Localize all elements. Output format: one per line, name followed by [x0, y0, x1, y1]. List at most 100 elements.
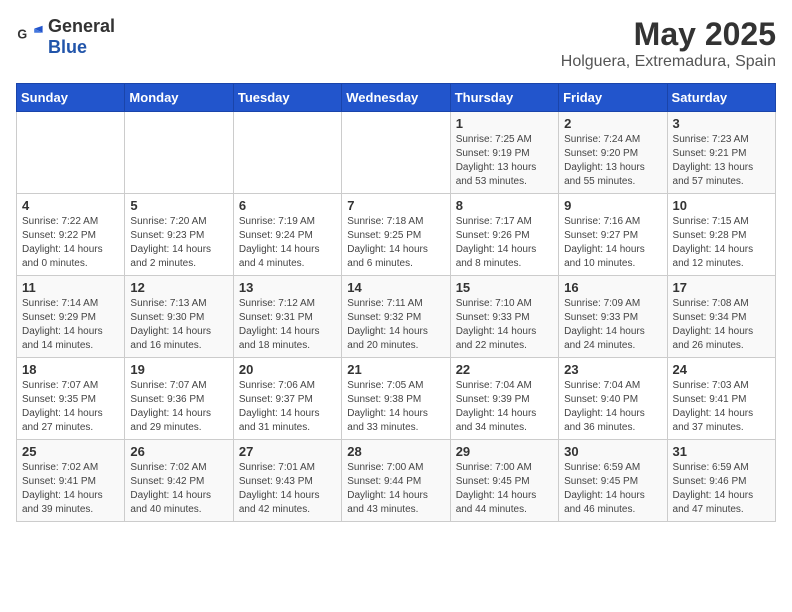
calendar-cell: 9Sunrise: 7:16 AM Sunset: 9:27 PM Daylig…: [559, 194, 667, 276]
calendar-cell: 6Sunrise: 7:19 AM Sunset: 9:24 PM Daylig…: [233, 194, 341, 276]
day-info: Sunrise: 7:06 AM Sunset: 9:37 PM Dayligh…: [239, 379, 336, 435]
day-info: Sunrise: 7:00 AM Sunset: 9:44 PM Dayligh…: [347, 461, 444, 517]
calendar-cell: 31 Sunrise: 6:59 AM Sunset: 9:46 PM Dayli…: [667, 440, 775, 522]
day-info: Sunrise: 7:12 AM Sunset: 9:31 PM Dayligh…: [239, 297, 336, 353]
day-info: Sunrise: 7:08 AM Sunset: 9:34 PM Dayligh…: [673, 297, 770, 353]
day-header-sunday: Sunday: [17, 84, 125, 112]
day-number: 10: [673, 198, 770, 213]
day-number: 6: [239, 198, 336, 213]
calendar-cell: 25Sunrise: 7:02 AM Sunset: 9:41 PM Dayli…: [17, 440, 125, 522]
calendar-cell: [17, 112, 125, 194]
calendar-cell: 19Sunrise: 7:07 AM Sunset: 9:36 PM Dayli…: [125, 358, 233, 440]
day-number: 18: [22, 362, 119, 377]
week-row-1: 1 Sunrise: 7:25 AM Sunset: 9:19 PM Daylig…: [17, 112, 776, 194]
svg-text:G: G: [17, 27, 27, 41]
day-number: 12: [130, 280, 227, 295]
day-info: Sunrise: 7:15 AM Sunset: 9:28 PM Dayligh…: [673, 215, 770, 271]
calendar-cell: 26Sunrise: 7:02 AM Sunset: 9:42 PM Dayli…: [125, 440, 233, 522]
day-info: Sunrise: 7:24 AM Sunset: 9:20 PM Dayligh…: [564, 133, 661, 189]
day-header-tuesday: Tuesday: [233, 84, 341, 112]
day-info: Sunrise: 7:03 AM Sunset: 9:41 PM Dayligh…: [673, 379, 770, 435]
day-number: 16: [564, 280, 661, 295]
day-number: 1: [456, 116, 553, 131]
week-row-4: 18 Sunrise: 7:07 AM Sunset: 9:35 PM Dayli…: [17, 358, 776, 440]
calendar-cell: 27 Sunrise: 7:01 AM Sunset: 9:43 PM Dayli…: [233, 440, 341, 522]
day-number: 15: [456, 280, 553, 295]
day-number: 31: [673, 444, 770, 459]
day-number: 22: [456, 362, 553, 377]
calendar-cell: [233, 112, 341, 194]
calendar-cell: 16 Sunrise: 7:09 AM Sunset: 9:33 PM Dayli…: [559, 276, 667, 358]
calendar-cell: 22Sunrise: 7:04 AM Sunset: 9:39 PM Dayli…: [450, 358, 558, 440]
day-info: Sunrise: 7:18 AM Sunset: 9:25 PM Dayligh…: [347, 215, 444, 271]
calendar-cell: 3Sunrise: 7:23 AM Sunset: 9:21 PM Daylig…: [667, 112, 775, 194]
calendar-cell: 2 Sunrise: 7:24 AM Sunset: 9:20 PM Daylig…: [559, 112, 667, 194]
calendar-cell: 28Sunrise: 7:00 AM Sunset: 9:44 PM Dayli…: [342, 440, 450, 522]
day-info: Sunrise: 6:59 AM Sunset: 9:46 PM Dayligh…: [673, 461, 770, 517]
day-number: 25: [22, 444, 119, 459]
day-header-wednesday: Wednesday: [342, 84, 450, 112]
calendar-cell: 11Sunrise: 7:14 AM Sunset: 9:29 PM Dayli…: [17, 276, 125, 358]
day-number: 14: [347, 280, 444, 295]
day-header-saturday: Saturday: [667, 84, 775, 112]
calendar-cell: [342, 112, 450, 194]
day-info: Sunrise: 7:11 AM Sunset: 9:32 PM Dayligh…: [347, 297, 444, 353]
day-header-friday: Friday: [559, 84, 667, 112]
logo-text: General Blue: [48, 16, 115, 58]
calendar-cell: 7 Sunrise: 7:18 AM Sunset: 9:25 PM Daylig…: [342, 194, 450, 276]
day-info: Sunrise: 7:05 AM Sunset: 9:38 PM Dayligh…: [347, 379, 444, 435]
day-info: Sunrise: 7:01 AM Sunset: 9:43 PM Dayligh…: [239, 461, 336, 517]
day-number: 9: [564, 198, 661, 213]
day-number: 13: [239, 280, 336, 295]
day-number: 20: [239, 362, 336, 377]
calendar-cell: 30Sunrise: 6:59 AM Sunset: 9:45 PM Dayli…: [559, 440, 667, 522]
day-info: Sunrise: 7:14 AM Sunset: 9:29 PM Dayligh…: [22, 297, 119, 353]
day-number: 23: [564, 362, 661, 377]
main-title: May 2025: [561, 16, 776, 53]
day-info: Sunrise: 7:04 AM Sunset: 9:40 PM Dayligh…: [564, 379, 661, 435]
day-number: 7: [347, 198, 444, 213]
day-info: Sunrise: 7:17 AM Sunset: 9:26 PM Dayligh…: [456, 215, 553, 271]
day-number: 4: [22, 198, 119, 213]
calendar-cell: 23 Sunrise: 7:04 AM Sunset: 9:40 PM Dayli…: [559, 358, 667, 440]
subtitle: Holguera, Extremadura, Spain: [561, 53, 776, 71]
day-info: Sunrise: 7:02 AM Sunset: 9:42 PM Dayligh…: [130, 461, 227, 517]
day-info: Sunrise: 7:25 AM Sunset: 9:19 PM Dayligh…: [456, 133, 553, 189]
day-info: Sunrise: 7:00 AM Sunset: 9:45 PM Dayligh…: [456, 461, 553, 517]
calendar-cell: 5 Sunrise: 7:20 AM Sunset: 9:23 PM Daylig…: [125, 194, 233, 276]
calendar-cell: 8 Sunrise: 7:17 AM Sunset: 9:26 PM Daylig…: [450, 194, 558, 276]
day-number: 24: [673, 362, 770, 377]
calendar-cell: 24 Sunrise: 7:03 AM Sunset: 9:41 PM Dayli…: [667, 358, 775, 440]
day-number: 29: [456, 444, 553, 459]
logo: G General Blue: [16, 16, 115, 58]
day-info: Sunrise: 7:13 AM Sunset: 9:30 PM Dayligh…: [130, 297, 227, 353]
calendar-cell: 20 Sunrise: 7:06 AM Sunset: 9:37 PM Dayli…: [233, 358, 341, 440]
calendar-cell: 1 Sunrise: 7:25 AM Sunset: 9:19 PM Daylig…: [450, 112, 558, 194]
day-number: 5: [130, 198, 227, 213]
calendar-cell: 13 Sunrise: 7:12 AM Sunset: 9:31 PM Dayli…: [233, 276, 341, 358]
week-row-5: 25Sunrise: 7:02 AM Sunset: 9:41 PM Dayli…: [17, 440, 776, 522]
day-info: Sunrise: 7:10 AM Sunset: 9:33 PM Dayligh…: [456, 297, 553, 353]
calendar-cell: 10 Sunrise: 7:15 AM Sunset: 9:28 PM Dayli…: [667, 194, 775, 276]
calendar-cell: 21Sunrise: 7:05 AM Sunset: 9:38 PM Dayli…: [342, 358, 450, 440]
day-number: 27: [239, 444, 336, 459]
calendar-table: SundayMondayTuesdayWednesdayThursdayFrid…: [16, 83, 776, 522]
day-number: 8: [456, 198, 553, 213]
day-number: 30: [564, 444, 661, 459]
day-number: 17: [673, 280, 770, 295]
day-header-monday: Monday: [125, 84, 233, 112]
day-number: 2: [564, 116, 661, 131]
week-row-2: 4 Sunrise: 7:22 AM Sunset: 9:22 PM Daylig…: [17, 194, 776, 276]
calendar-cell: 14 Sunrise: 7:11 AM Sunset: 9:32 PM Dayli…: [342, 276, 450, 358]
calendar-cell: 4 Sunrise: 7:22 AM Sunset: 9:22 PM Daylig…: [17, 194, 125, 276]
day-info: Sunrise: 7:20 AM Sunset: 9:23 PM Dayligh…: [130, 215, 227, 271]
day-info: Sunrise: 7:09 AM Sunset: 9:33 PM Dayligh…: [564, 297, 661, 353]
calendar-cell: 18 Sunrise: 7:07 AM Sunset: 9:35 PM Dayli…: [17, 358, 125, 440]
week-row-3: 11Sunrise: 7:14 AM Sunset: 9:29 PM Dayli…: [17, 276, 776, 358]
logo-container: G General Blue: [16, 16, 115, 58]
day-info: Sunrise: 7:22 AM Sunset: 9:22 PM Dayligh…: [22, 215, 119, 271]
day-info: Sunrise: 7:07 AM Sunset: 9:35 PM Dayligh…: [22, 379, 119, 435]
page-header: G General Blue May 2025 Holguera, Extrem…: [16, 16, 776, 71]
logo-icon: G: [16, 23, 44, 51]
day-info: Sunrise: 7:07 AM Sunset: 9:36 PM Dayligh…: [130, 379, 227, 435]
